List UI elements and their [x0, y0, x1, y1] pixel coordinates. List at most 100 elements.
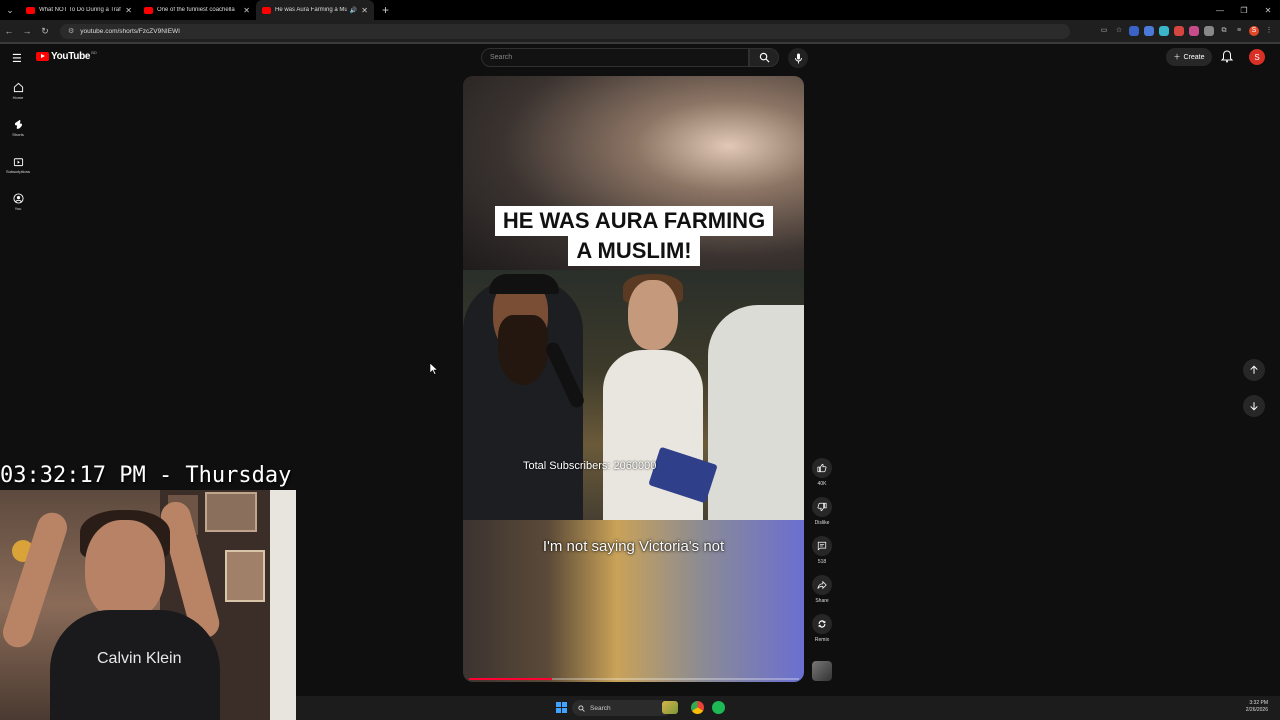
youtube-favicon-icon [26, 6, 35, 14]
tab-search-button[interactable]: ⌄ [0, 0, 20, 20]
mini-guide: Home Shorts Subscriptions You [0, 78, 36, 226]
subscriber-count-overlay: Total Subscribers: 2060000 [523, 460, 657, 472]
extension-icon[interactable] [1189, 26, 1199, 36]
address-bar[interactable]: ⚙ youtube.com/shorts/FzcZV9NIEWI [60, 23, 1070, 39]
comments-button[interactable]: 518 [810, 536, 834, 575]
video-headline: HE WAS AURA FARMING A MUSLIM! [479, 206, 789, 266]
extension-icon[interactable] [1174, 26, 1184, 36]
search-input[interactable]: Search [481, 48, 749, 67]
create-button[interactable]: ＋ Create [1166, 48, 1212, 66]
microphone-icon [794, 53, 802, 63]
chrome-icon[interactable] [691, 701, 704, 714]
arrow-up-icon [1250, 365, 1258, 374]
guide-item-shorts[interactable]: Shorts [0, 115, 36, 152]
you-icon [12, 193, 24, 204]
guide-menu-icon[interactable]: ☰ [12, 52, 22, 65]
taskbar-search-label: Search [590, 704, 611, 712]
spotify-icon[interactable] [712, 701, 725, 714]
notifications-button[interactable] [1220, 50, 1234, 68]
youtube-masthead: ☰ YouTube BD Search ＋ Create S [0, 44, 1280, 72]
bell-icon [1220, 50, 1234, 63]
close-tab-icon[interactable]: ✕ [125, 6, 132, 15]
extension-icon[interactable] [1204, 26, 1214, 36]
bookmark-star-icon[interactable]: ☆ [1114, 26, 1124, 36]
youtube-play-icon [36, 52, 49, 61]
new-tab-button[interactable]: + [382, 3, 389, 17]
taskbar-time: 3:32 PM [1249, 700, 1268, 706]
previous-short-button[interactable] [1243, 359, 1265, 381]
dislike-button[interactable]: Dislike [810, 497, 834, 536]
mouse-cursor-icon [430, 363, 438, 375]
back-icon[interactable]: ← [0, 26, 18, 36]
stream-clock-overlay: 03:32:17 PM - Thursday [0, 463, 292, 488]
browser-toolbar: ← → ↻ ⚙ youtube.com/shorts/FzcZV9NIEWI ▭… [0, 20, 1280, 42]
taskbar-search[interactable]: Search [572, 700, 672, 716]
windows-start-icon[interactable] [556, 702, 567, 713]
taskbar-date: 2/26/2026 [1245, 707, 1268, 713]
plus-icon: ＋ [1173, 54, 1181, 61]
menu-bar-icon[interactable]: ≡ [1234, 26, 1244, 36]
like-button[interactable]: 40K [810, 458, 834, 497]
next-short-button[interactable] [1243, 395, 1265, 417]
close-window-icon[interactable]: ✕ [1256, 6, 1280, 15]
comment-count: 518 [817, 559, 827, 565]
create-label: Create [1183, 53, 1205, 61]
close-tab-icon[interactable]: ✕ [361, 6, 368, 15]
extensions-area: ▭ ☆ ⧉ ≡ S ⋮ [1099, 26, 1274, 36]
extension-icon[interactable] [1129, 26, 1139, 36]
dislike-label: Dislike [814, 520, 830, 526]
search-button[interactable] [749, 48, 779, 67]
share-button[interactable]: Share [810, 575, 834, 614]
shorts-icon [14, 119, 22, 129]
guide-label: Subscriptions [5, 169, 30, 174]
browser-profile-avatar[interactable]: S [1249, 26, 1259, 36]
arrow-down-icon [1250, 402, 1258, 411]
cast-icon[interactable]: ▭ [1099, 26, 1109, 36]
video-caption: I'm not saying Victoria's not [542, 538, 725, 555]
remix-label: Remix [814, 637, 830, 643]
account-avatar[interactable]: S [1249, 49, 1265, 65]
video-frame: Total Subscribers: 2060000 [463, 270, 804, 520]
like-icon [817, 463, 827, 473]
tab-title: He was Aura Farming a Mu [275, 7, 347, 13]
taskbar-clock: 3:32 PM 2/26/2026 [1246, 700, 1268, 714]
youtube-favicon-icon [262, 6, 271, 14]
browser-tab-1[interactable]: What NOT To Do During a Traf ✕ [20, 0, 138, 20]
window-controls: — ❐ ✕ [1208, 0, 1280, 20]
browser-tab-strip: ⌄ What NOT To Do During a Traf ✕ One of … [0, 0, 1280, 20]
video-person-interviewer [463, 274, 583, 520]
forward-icon[interactable]: → [18, 26, 36, 36]
sound-source-thumbnail[interactable] [812, 661, 832, 681]
reload-icon[interactable]: ↻ [36, 26, 54, 37]
restore-icon[interactable]: ❐ [1232, 6, 1256, 15]
guide-item-subscriptions[interactable]: Subscriptions [0, 152, 36, 189]
video-progress-fill [469, 678, 552, 680]
guide-item-you[interactable]: You [0, 189, 36, 226]
youtube-logo[interactable]: YouTube BD [36, 50, 97, 62]
shirt-text: Calvin Klein [97, 650, 182, 667]
minimize-icon[interactable]: — [1208, 6, 1232, 15]
home-icon [13, 82, 23, 93]
browser-menu-icon[interactable]: ⋮ [1264, 26, 1274, 36]
comment-icon [817, 541, 827, 551]
windows-taskbar: Search 3:32 PM 2/26/2026 [296, 696, 1280, 720]
youtube-favicon-icon [144, 6, 153, 14]
widgets-icon[interactable] [662, 701, 678, 714]
extension-icon[interactable] [1159, 26, 1169, 36]
guide-label: Home [12, 95, 24, 100]
extensions-puzzle-icon[interactable]: ⧉ [1219, 26, 1229, 36]
site-info-icon[interactable]: ⚙ [68, 27, 74, 35]
headline-line-2: A MUSLIM! [568, 236, 700, 266]
extension-icon[interactable] [1144, 26, 1154, 36]
remix-button[interactable]: Remix [810, 614, 834, 653]
audio-playing-icon[interactable]: 🔊 [350, 7, 357, 14]
logo-country-code: BD [91, 50, 97, 55]
browser-tab-3-active[interactable]: He was Aura Farming a Mu 🔊 ✕ [256, 0, 374, 20]
guide-item-home[interactable]: Home [0, 78, 36, 115]
close-tab-icon[interactable]: ✕ [243, 6, 250, 15]
voice-search-button[interactable] [788, 48, 808, 68]
video-person-head [628, 280, 678, 350]
video-progress-bar[interactable] [469, 678, 799, 680]
browser-tab-2[interactable]: One of the funniest coachella ✕ [138, 0, 256, 20]
shorts-video-player[interactable]: Total Subscribers: 2060000 HE WAS AURA F… [463, 76, 804, 682]
